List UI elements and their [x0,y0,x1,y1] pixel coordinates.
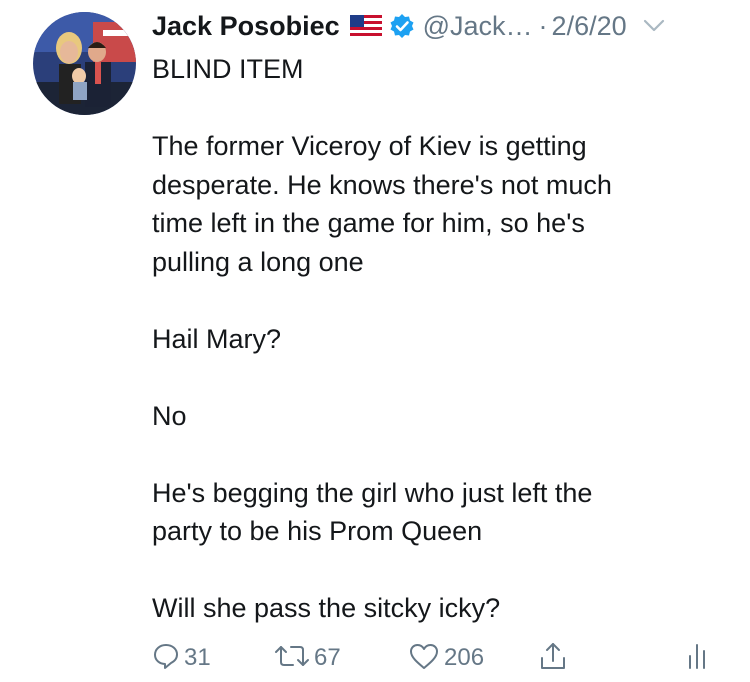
tweet-date[interactable]: 2/6/20 [552,11,627,42]
text-line: BLIND ITEM [152,54,304,84]
text-line: He's begging the girl who just left the [152,477,593,508]
avatar-photo [33,12,136,115]
text-line: No [152,400,187,431]
text-line: desperate. He knows there's not much [152,169,612,200]
text-line [152,89,712,128]
share-button[interactable] [538,640,568,676]
reply-button[interactable]: 31 [152,640,211,676]
retweet-count: 67 [314,644,341,671]
text-line [152,435,712,474]
text-line: Hail Mary? [152,323,282,354]
heart-icon [408,642,440,675]
retweet-button[interactable]: 67 [274,640,341,676]
chevron-down-icon[interactable] [643,19,665,33]
reply-count: 31 [184,644,211,671]
tweet-text: BLIND ITEM The former Viceroy of Kiev is… [152,50,712,628]
text-line: Will she pass the sitcky icky? [152,593,501,623]
analytics-icon [686,642,708,675]
separator-dot: · [538,10,548,41]
text-line [152,551,712,590]
like-button[interactable]: 206 [408,640,484,676]
verified-badge-icon [389,13,415,39]
text-line [152,281,712,320]
text-line: pulling a long one [152,246,364,277]
author-handle[interactable]: @Jack… [423,11,533,42]
analytics-button[interactable] [686,640,708,676]
like-count: 206 [444,644,485,671]
share-icon [538,641,568,676]
tweet-header: Jack Posobiec @Jack… · 2/6/20 [152,6,726,46]
text-line: time left in the game for him, so he's [152,208,585,238]
text-line: party to be his Prom Queen [152,516,483,546]
us-flag-icon [349,15,382,37]
text-line [152,358,712,397]
avatar[interactable] [33,12,136,115]
author-name[interactable]: Jack Posobiec [152,11,340,42]
text-line: The former Viceroy of Kiev is getting [152,131,587,161]
tweet-actions: 31 67 206 [152,640,722,676]
retweet-icon [274,642,310,675]
reply-icon [152,642,180,675]
